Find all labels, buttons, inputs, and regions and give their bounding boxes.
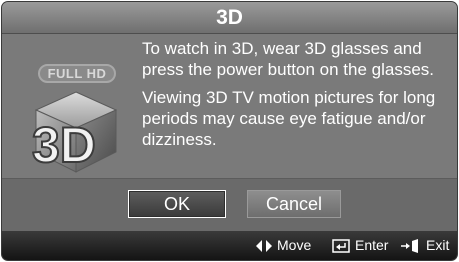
3d-dialog: 3D FULL HD 3D To watch in 3D, wear 3D gl… (2, 2, 457, 260)
move-hint: Move (256, 231, 311, 260)
3d-cube-icon: 3D (31, 91, 118, 174)
dialog-content: FULL HD 3D To watch in 3D, wear 3D glass… (2, 34, 457, 178)
3d-logo-text: 3D (32, 117, 96, 173)
exit-hint: Exit (401, 231, 449, 260)
full-hd-badge: FULL HD (38, 64, 116, 83)
message-warning: Viewing 3D TV motion pictures for long p… (142, 88, 436, 149)
enter-hint: Enter (332, 231, 388, 260)
move-label: Move (277, 237, 312, 253)
exit-icon (401, 238, 418, 253)
enter-icon (332, 238, 350, 253)
button-bar: OK Cancel (2, 178, 457, 231)
dialog-title: 3D (2, 2, 457, 34)
left-right-arrows-icon (256, 239, 272, 252)
message-glasses: To watch in 3D, wear 3D glasses and pres… (142, 39, 435, 79)
dialog-message: To watch in 3D, wear 3D glasses and pres… (142, 38, 447, 157)
exit-label: Exit (426, 237, 450, 253)
cancel-button[interactable]: Cancel (247, 190, 341, 218)
full-hd-3d-logo: FULL HD 3D (20, 60, 128, 180)
remote-hint-bar: Move Enter Exit (2, 231, 457, 260)
ok-button[interactable]: OK (128, 190, 226, 218)
enter-label: Enter (355, 237, 389, 253)
